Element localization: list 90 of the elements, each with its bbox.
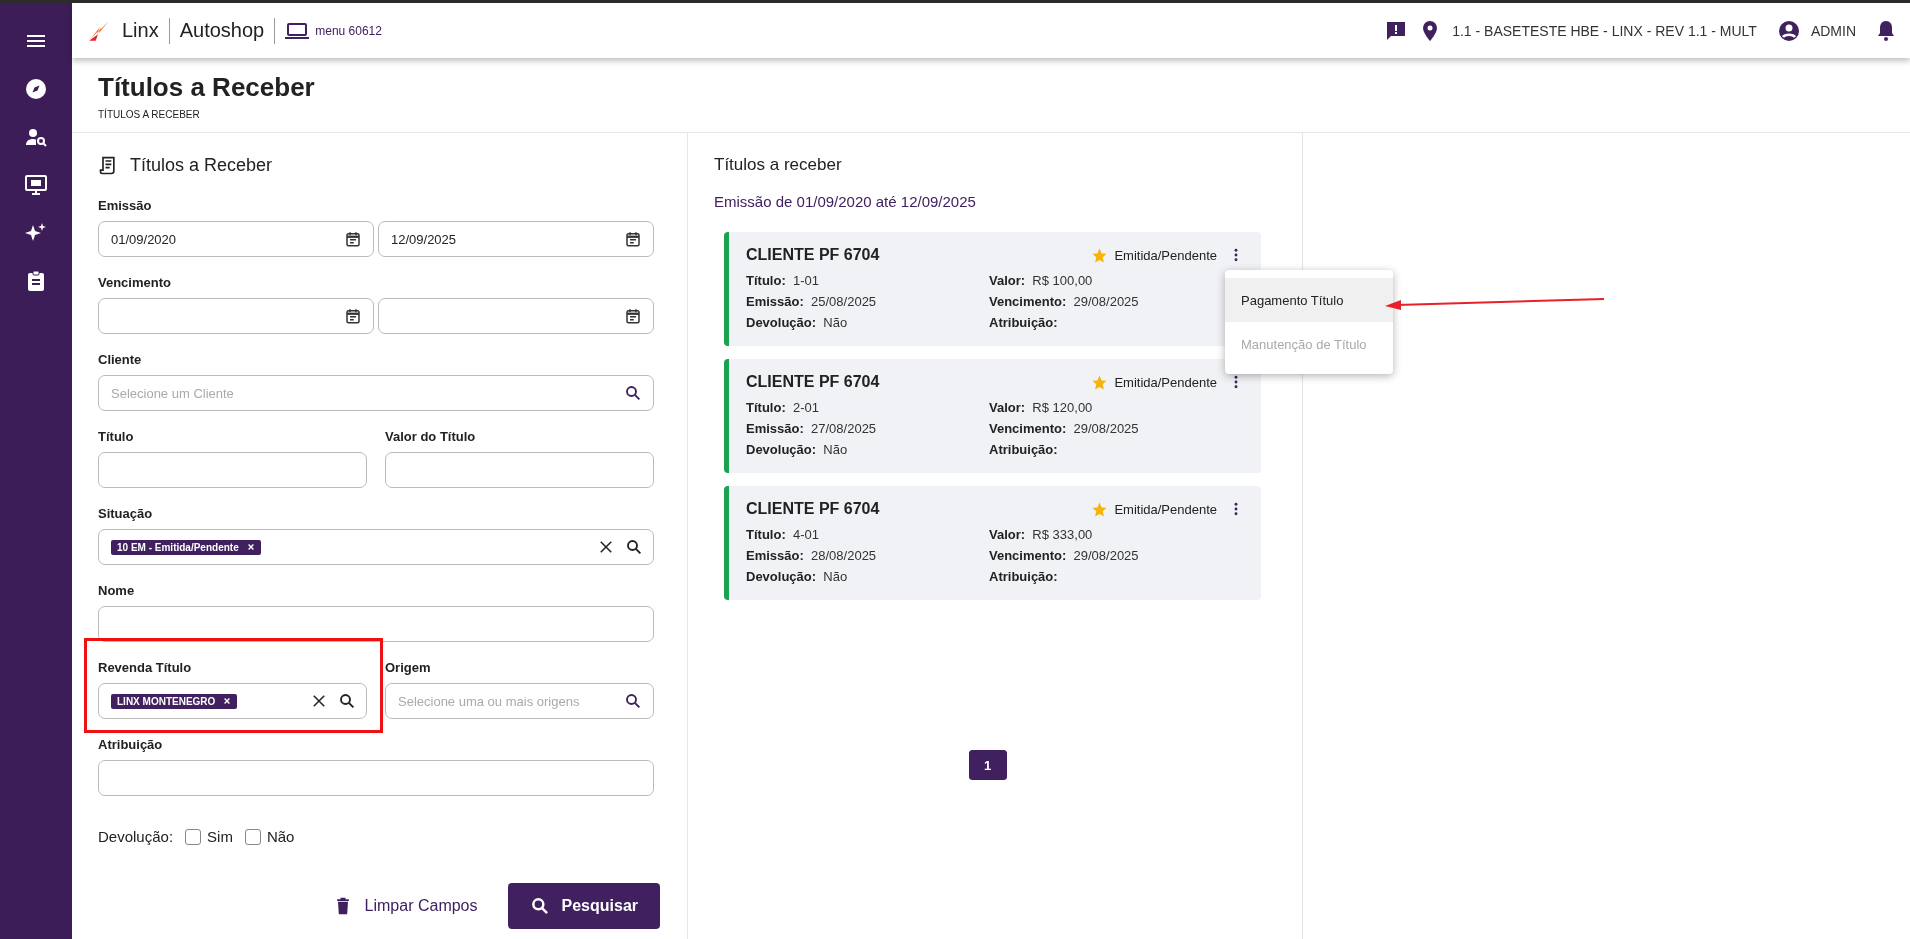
- card-field: Valor: R$ 120,00: [989, 399, 1239, 416]
- filter-chip[interactable]: LINX MONTENEGRO: [111, 693, 238, 709]
- receipt-icon: [98, 155, 118, 176]
- menu-item[interactable]: Pagamento Título: [1225, 278, 1393, 322]
- results-subtitle: Emissão de 01/09/2020 até 12/09/2025: [714, 193, 977, 210]
- status-label: Emitida/Pendente: [1114, 247, 1217, 263]
- search-button[interactable]: Pesquisar: [507, 883, 660, 929]
- client-name: CLIENTE PF 6704: [746, 373, 880, 391]
- star-icon: [1091, 246, 1109, 264]
- receivable-card[interactable]: CLIENTE PF 6704 Emitida/Pendente Título: 2-01 Valor: R$ 120,00 Emissão: 27/08/2025 Vencimento: 29/08/2025 Devolução: Não Atribuição:: [724, 359, 1261, 473]
- card-field: Vencimento: 29/08/2025: [989, 547, 1239, 564]
- card-field: Valor: R$ 333,00: [989, 526, 1239, 543]
- client-name: CLIENTE PF 6704: [746, 500, 880, 518]
- checkbox-label[interactable]: Sim: [207, 828, 233, 845]
- laptop-icon: [285, 22, 310, 39]
- star-icon: [1091, 500, 1109, 518]
- compass-icon[interactable]: [24, 77, 48, 101]
- product-name: Autoshop: [179, 19, 265, 42]
- breadcrumb: TÍTULOS A RECEBER: [98, 109, 201, 120]
- date-field[interactable]: 12/09/2025: [378, 221, 654, 257]
- monitor-icon[interactable]: [24, 173, 48, 197]
- card-field: Vencimento: 29/08/2025: [989, 420, 1239, 437]
- text-field[interactable]: [98, 760, 654, 796]
- more-options-icon[interactable]: [1233, 247, 1239, 263]
- calendar-icon[interactable]: [624, 307, 642, 325]
- status-label: Emitida/Pendente: [1114, 374, 1217, 390]
- calendar-icon[interactable]: [344, 230, 362, 248]
- text-field[interactable]: [98, 606, 654, 642]
- star-icon: [1091, 373, 1109, 391]
- card-field: Emissão: 25/08/2025: [746, 293, 989, 310]
- checkbox-label[interactable]: Não: [266, 828, 295, 845]
- search-icon[interactable]: [338, 692, 356, 710]
- search-icon[interactable]: [625, 538, 643, 556]
- card-field: Atribuição:: [989, 441, 1239, 458]
- card-field: Título: 4-01: [746, 526, 989, 543]
- clear-icon[interactable]: [597, 538, 615, 556]
- search-icon[interactable]: [624, 692, 642, 710]
- user-avatar-icon[interactable]: [1776, 18, 1801, 43]
- calendar-icon[interactable]: [344, 307, 362, 325]
- field-label: Título: [98, 429, 135, 444]
- field-label: Origem: [385, 660, 432, 675]
- multi-select-field[interactable]: LINX MONTENEGRO: [98, 683, 367, 719]
- checkbox[interactable]: [185, 828, 202, 845]
- location-label[interactable]: 1.1 - BASETESTE HBE - LINX - REV 1.1 - MULT: [1452, 22, 1757, 39]
- results-title: Títulos a receber: [714, 155, 843, 175]
- clear-icon[interactable]: [310, 692, 328, 710]
- search-icon: [529, 896, 550, 916]
- remove-icon[interactable]: [246, 543, 255, 551]
- text-field[interactable]: [385, 452, 654, 488]
- filter-chip[interactable]: 10 EM - Emitida/Pendente: [111, 539, 261, 555]
- client-name: CLIENTE PF 6704: [746, 246, 880, 264]
- search-field[interactable]: Selecione um Cliente: [98, 375, 654, 411]
- card-field: Emissão: 28/08/2025: [746, 547, 989, 564]
- clear-fields-button[interactable]: Limpar Campos: [328, 890, 482, 922]
- card-field: Emissão: 27/08/2025: [746, 420, 989, 437]
- card-field: Devolução: Não: [746, 441, 989, 458]
- calendar-icon[interactable]: [624, 230, 642, 248]
- field-label: Situação: [98, 506, 154, 521]
- menu-code: menu 60612: [315, 23, 382, 38]
- page-title: Títulos a Receber: [98, 72, 316, 103]
- field-label: Nome: [98, 583, 136, 598]
- field-label: Cliente: [98, 352, 143, 367]
- card-field: Título: 2-01: [746, 399, 989, 416]
- field-label: Atribuição: [98, 737, 164, 752]
- card-field: Devolução: Não: [746, 314, 989, 331]
- field-label: Vencimento: [98, 275, 172, 290]
- more-options-icon[interactable]: [1233, 374, 1239, 390]
- field-label: Valor do Título: [385, 429, 477, 444]
- search-field[interactable]: Selecione uma ou mais origens: [385, 683, 654, 719]
- page-button[interactable]: 1: [968, 750, 1007, 780]
- field-label: Revenda Título: [98, 660, 193, 675]
- card-field: Devolução: Não: [746, 568, 989, 585]
- receivable-card[interactable]: CLIENTE PF 6704 Emitida/Pendente Título: 4-01 Valor: R$ 333,00 Emissão: 28/08/2025 Vencimento: 29/08/2025 Devolução: Não Atribuição:: [724, 486, 1261, 600]
- status-label: Emitida/Pendente: [1114, 501, 1217, 517]
- card-field: Atribuição:: [989, 568, 1239, 585]
- date-field[interactable]: 01/09/2020: [98, 221, 374, 257]
- date-field[interactable]: [378, 298, 654, 334]
- user-name[interactable]: ADMIN: [1810, 22, 1856, 39]
- search-icon[interactable]: [624, 384, 642, 402]
- text-field[interactable]: [98, 452, 367, 488]
- brand-name: Linx: [122, 19, 159, 42]
- remove-icon[interactable]: [223, 697, 232, 705]
- form-title: Títulos a Receber: [130, 155, 273, 176]
- date-field[interactable]: [98, 298, 374, 334]
- card-field: Título: 1-01: [746, 272, 989, 289]
- checkbox[interactable]: [244, 828, 261, 845]
- field-label: Devolução:: [98, 828, 174, 845]
- multi-select-field[interactable]: 10 EM - Emitida/Pendente: [98, 529, 654, 565]
- more-options-icon[interactable]: [1233, 501, 1239, 517]
- field-label: Emissão: [98, 198, 153, 213]
